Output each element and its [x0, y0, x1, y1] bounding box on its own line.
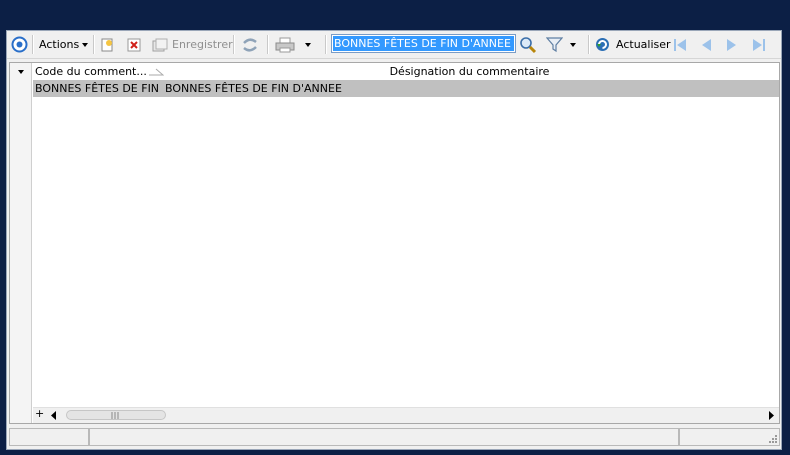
scroll-left-icon[interactable] — [50, 411, 58, 420]
chevron-down-icon[interactable] — [305, 42, 311, 47]
toolbar-separator — [233, 35, 235, 54]
search-box[interactable] — [331, 34, 516, 53]
table-row[interactable]: BONNES FÊTES DE FIN D BONNES FÊTES DE FI… — [33, 80, 779, 97]
refresh-label: Actualiser — [616, 38, 671, 51]
last-record-button[interactable] — [751, 34, 767, 55]
column-header-designation-label: Désignation du commentaire — [389, 65, 550, 78]
horizontal-scrollbar[interactable]: + — [33, 407, 779, 423]
new-button[interactable] — [100, 34, 114, 55]
toolbar-separator — [32, 35, 34, 54]
toolbar-separator — [267, 35, 269, 54]
refresh-icon — [596, 38, 609, 51]
print-button[interactable] — [275, 34, 311, 55]
comments-window: Actions Enregistrer BONNES FÊTES DE FIN … — [6, 30, 782, 450]
cell-designation: BONNES FÊTES DE FIN D'ANNEE — [165, 82, 342, 95]
column-header-designation[interactable]: Désignation du commentaire — [163, 65, 776, 78]
scrollbar-thumb[interactable] — [66, 410, 166, 420]
search-icon — [520, 36, 537, 53]
toolbar-separator — [93, 35, 95, 54]
delete-icon — [127, 38, 141, 51]
toolbar-separator — [325, 35, 327, 54]
expand-icon[interactable]: + — [35, 407, 44, 420]
row-selector-gutter — [10, 63, 32, 423]
sync-button[interactable] — [241, 34, 259, 55]
search-button[interactable] — [519, 34, 537, 55]
target-icon[interactable] — [11, 34, 28, 55]
save-button[interactable]: Enregistrer — [152, 34, 233, 55]
previous-icon — [702, 38, 711, 51]
cell-code: BONNES FÊTES DE FIN D — [35, 82, 159, 95]
save-label: Enregistrer — [172, 38, 233, 51]
sync-icon — [243, 38, 257, 51]
save-icon — [152, 38, 168, 51]
grid-header: Code du comment... Désignation du commen… — [33, 63, 779, 81]
last-page-icon — [753, 38, 765, 51]
column-header-code[interactable]: Code du comment... — [35, 65, 159, 78]
actions-menu-button[interactable]: Actions — [39, 34, 89, 55]
status-pane — [89, 428, 679, 446]
delete-button[interactable] — [127, 34, 141, 55]
column-header-code-label: Code du comment... — [35, 65, 147, 78]
printer-icon — [275, 37, 295, 52]
filter-button[interactable] — [546, 34, 576, 55]
resize-grip-icon[interactable] — [767, 433, 777, 443]
grip-icon — [111, 412, 119, 419]
next-record-button[interactable] — [725, 34, 739, 55]
previous-record-button[interactable] — [699, 34, 713, 55]
status-pane — [679, 428, 780, 446]
first-record-button[interactable] — [672, 34, 688, 55]
comments-grid: Code du comment... Désignation du commen… — [9, 62, 780, 424]
sort-ascending-icon — [149, 68, 164, 76]
filter-icon — [546, 37, 563, 53]
scroll-right-icon[interactable] — [767, 411, 775, 420]
toolbar-separator — [588, 35, 590, 54]
chevron-down-icon — [82, 42, 89, 47]
status-pane — [9, 428, 89, 446]
column-chooser-icon[interactable] — [18, 70, 24, 74]
refresh-button[interactable]: Actualiser — [594, 34, 671, 55]
status-bar — [9, 428, 780, 447]
first-page-icon — [674, 38, 686, 51]
actions-label: Actions — [39, 38, 80, 51]
next-icon — [727, 38, 736, 51]
toolbar: Actions Enregistrer BONNES FÊTES DE FIN … — [7, 31, 781, 59]
new-document-icon — [101, 38, 113, 51]
chevron-down-icon[interactable] — [570, 42, 576, 47]
search-input[interactable] — [333, 36, 514, 51]
